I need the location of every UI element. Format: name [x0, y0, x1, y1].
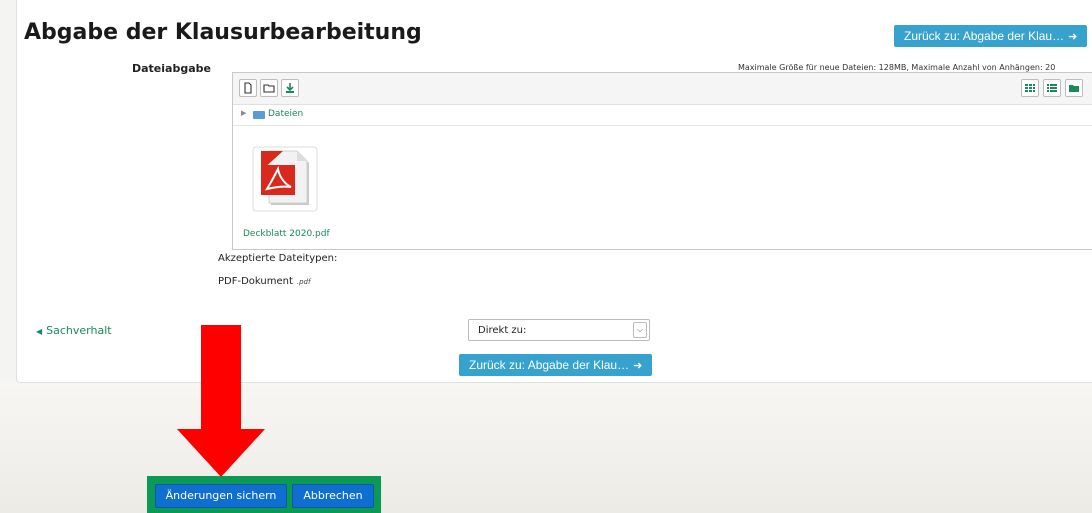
accepted-type: PDF-Dokument .pdf: [218, 276, 310, 287]
max-upload-info: Maximale Größe für neue Dateien: 128MB, …: [738, 63, 1056, 72]
cancel-button[interactable]: Abbrechen: [292, 484, 374, 508]
file-name-link[interactable]: Deckblatt 2020.pdf: [243, 229, 330, 239]
list-view-icon[interactable]: [1043, 79, 1061, 97]
breadcrumb: ▶ Dateien: [233, 105, 1092, 126]
highlight-box: Änderungen sichern Abbrechen: [147, 476, 381, 513]
create-folder-icon[interactable]: [260, 79, 278, 97]
add-file-icon[interactable]: [239, 79, 257, 97]
back-to-assignment-button-top[interactable]: Zurück zu: Abgabe der Klau… ➜: [894, 25, 1088, 47]
download-icon[interactable]: [281, 79, 299, 97]
file-manager-toolbar: [233, 73, 1092, 105]
page-title: Abgabe der Klausurbearbeitung: [24, 20, 422, 45]
back-to-assignment-button-bottom[interactable]: Zurück zu: Abgabe der Klau… ➜: [459, 354, 653, 376]
back-button-bottom-label: Zurück zu: Abgabe der Klau…: [469, 358, 630, 372]
back-button-label: Zurück zu: Abgabe der Klau…: [904, 29, 1065, 43]
grid-view-icon[interactable]: [1021, 79, 1039, 97]
jump-to-select[interactable]: Direkt zu: ⌵: [468, 319, 650, 341]
prev-activity-label: Sachverhalt: [46, 324, 112, 337]
file-submission-label: Dateiabgabe: [132, 62, 211, 75]
page: Abgabe der Klausurbearbeitung Zurück zu:…: [0, 0, 1092, 513]
file-manager: ▶ Dateien Deckblatt 2020.pdf: [232, 72, 1092, 250]
sign-in-icon: ➜: [1068, 31, 1078, 43]
folder-icon: [253, 111, 265, 119]
prev-activity-link[interactable]: ◀ Sachverhalt: [36, 324, 112, 337]
save-changes-button[interactable]: Änderungen sichern: [155, 484, 287, 508]
pdf-file-icon[interactable]: [251, 145, 319, 213]
red-arrow-annotation: [177, 325, 265, 477]
tree-view-icon[interactable]: [1065, 79, 1083, 97]
accepted-types-heading: Akzeptierte Dateitypen:: [218, 253, 338, 264]
sign-in-icon: ➜: [633, 360, 643, 372]
jump-to-value: Direkt zu:: [478, 325, 527, 336]
triangle-left-icon: ◀: [36, 327, 43, 336]
expand-caret-icon[interactable]: ▶: [241, 109, 246, 117]
chevron-down-icon: ⌵: [633, 322, 647, 338]
accepted-type-name: PDF-Dokument: [218, 276, 293, 287]
accepted-type-ext: .pdf: [296, 278, 311, 286]
breadcrumb-root-link[interactable]: Dateien: [268, 109, 303, 119]
